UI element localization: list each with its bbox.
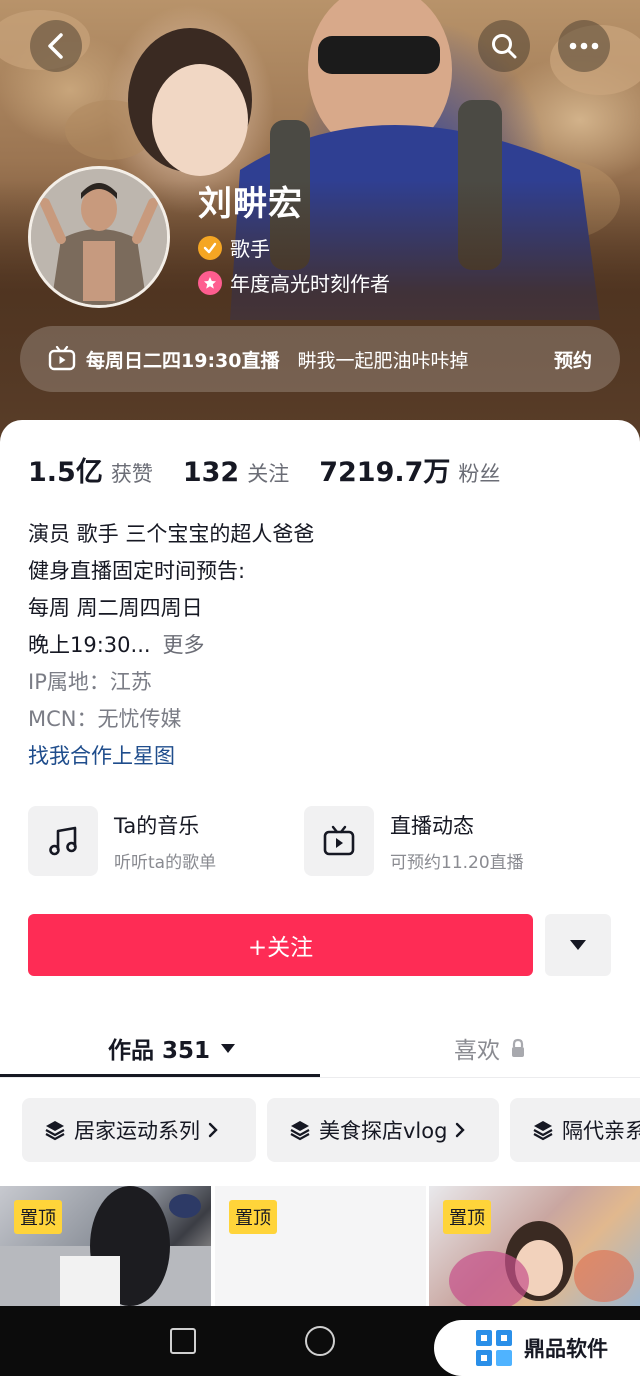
music-note-icon: [28, 806, 98, 876]
tab-likes-label: 喜欢: [454, 1038, 500, 1064]
active-tab-indicator: [0, 1074, 320, 1077]
watermark-logo-icon: [476, 1330, 512, 1366]
collection-chip-label: 美食探店vlog: [319, 1119, 448, 1143]
likes-count: 1.5亿: [28, 457, 103, 488]
stats-row: 1.5亿 获赞 132 关注 7219.7万 粉丝: [28, 450, 530, 489]
bio-line: 健身直播固定时间预告:: [28, 559, 246, 583]
chevron-left-icon: [48, 33, 63, 59]
star-badge-icon: [198, 270, 222, 295]
music-card-sub: 听听ta的歌单: [114, 852, 217, 873]
tab-likes[interactable]: 喜欢: [454, 1020, 526, 1076]
live-time: 每周日二四19:30直播: [86, 349, 280, 372]
live-card-title: 直播动态: [390, 813, 474, 838]
bio-line-truncated: 晚上19:30... 更多: [28, 627, 314, 664]
caret-down-icon: [570, 940, 586, 950]
collection-chip[interactable]: 居家运动系列: [22, 1098, 256, 1162]
live-card-sub: 可预约11.20直播: [390, 852, 524, 873]
video-thumbnail[interactable]: 置顶: [429, 1186, 640, 1306]
profile-panel: 1.5亿 获赞 132 关注 7219.7万 粉丝 演员 歌手 三个宝宝的超人爸…: [0, 420, 640, 1376]
bio-more-link[interactable]: 更多: [163, 633, 205, 657]
content-tabs: 作品 351 喜欢: [0, 1020, 640, 1078]
more-dots-icon: [569, 42, 599, 50]
lock-icon: [512, 1038, 524, 1057]
pinned-badge: 置顶: [443, 1200, 491, 1234]
collection-list: 居家运动系列 美食探店vlog 隔代亲系: [0, 1098, 640, 1164]
following-count[interactable]: 132: [183, 457, 239, 488]
highlight-author-tag[interactable]: 年度高光时刻作者: [198, 268, 390, 297]
music-card[interactable]: Ta的音乐 听听ta的歌单: [28, 806, 216, 876]
caret-down-icon: [221, 1043, 236, 1053]
live-notice-bar[interactable]: 每周日二四19:30直播 畊我一起肥油咔咔掉 预约: [20, 326, 620, 392]
followers-label[interactable]: 粉丝: [458, 458, 500, 488]
tab-works-label: 作品 351: [108, 1038, 211, 1064]
following-label[interactable]: 关注: [247, 458, 289, 488]
layers-icon: [45, 1121, 65, 1141]
xingtu-link[interactable]: 找我合作上星图: [28, 738, 314, 775]
live-card[interactable]: 直播动态 可预约11.20直播: [304, 806, 524, 876]
avatar-photo: [31, 169, 167, 305]
recents-button[interactable]: [170, 1328, 196, 1354]
bio-line: 演员 歌手 三个宝宝的超人爸爸: [28, 522, 315, 546]
pinned-badge: 置顶: [14, 1200, 62, 1234]
layers-icon: [533, 1121, 553, 1141]
follow-button[interactable]: +关注: [28, 914, 533, 976]
chevron-right-icon: [208, 1122, 218, 1138]
watermark-text: 鼎品软件: [524, 1337, 608, 1361]
ip-location: IP属地：江苏: [28, 670, 152, 694]
collection-chip-label: 居家运动系列: [74, 1119, 200, 1143]
back-button[interactable]: [30, 20, 82, 72]
followers-count[interactable]: 7219.7万: [319, 450, 450, 489]
bio-line: 晚上19:30...: [28, 633, 151, 657]
profile-name: 刘畊宏: [198, 184, 303, 224]
layers-icon: [290, 1121, 310, 1141]
mcn-info: MCN：无忧传媒: [28, 707, 182, 731]
music-card-title: Ta的音乐: [114, 813, 200, 838]
home-button[interactable]: [305, 1326, 335, 1356]
tv-play-icon: [304, 806, 374, 876]
search-button[interactable]: [478, 20, 530, 72]
book-live-button[interactable]: 预约: [554, 346, 592, 373]
video-thumbnail[interactable]: 置顶: [215, 1186, 426, 1306]
likes-label: 获赞: [110, 462, 153, 486]
verified-tag: 歌手: [198, 233, 270, 262]
more-button[interactable]: [558, 20, 610, 72]
bio: 演员 歌手 三个宝宝的超人爸爸 健身直播固定时间预告: 每周 周二周四周日 晚上…: [28, 516, 314, 775]
video-thumbnail[interactable]: 置顶: [0, 1186, 211, 1306]
watermark: 鼎品软件: [434, 1320, 640, 1376]
pinned-badge: 置顶: [229, 1200, 277, 1234]
search-icon: [492, 34, 517, 59]
collection-chip[interactable]: 美食探店vlog: [267, 1098, 499, 1162]
tab-works[interactable]: 作品 351: [108, 1020, 236, 1076]
highlight-author-label: 年度高光时刻作者: [230, 272, 390, 296]
tv-play-icon: [48, 346, 76, 371]
verified-tag-label: 歌手: [230, 237, 270, 261]
bio-line: 每周 周二周四周日: [28, 596, 203, 620]
avatar[interactable]: [28, 166, 170, 308]
live-desc: 畊我一起肥油咔咔掉: [297, 349, 469, 372]
profile-page: 刘畊宏 歌手 年度高光时刻作者 每周日二四19:30直播 畊我一起肥油咔咔掉 预…: [0, 0, 640, 1376]
recommend-dropdown-button[interactable]: [545, 914, 611, 976]
chevron-right-icon: [456, 1122, 466, 1138]
collection-chip-label: 隔代亲系: [562, 1119, 640, 1143]
verified-icon: [198, 235, 222, 260]
collection-chip[interactable]: 隔代亲系: [510, 1098, 640, 1162]
